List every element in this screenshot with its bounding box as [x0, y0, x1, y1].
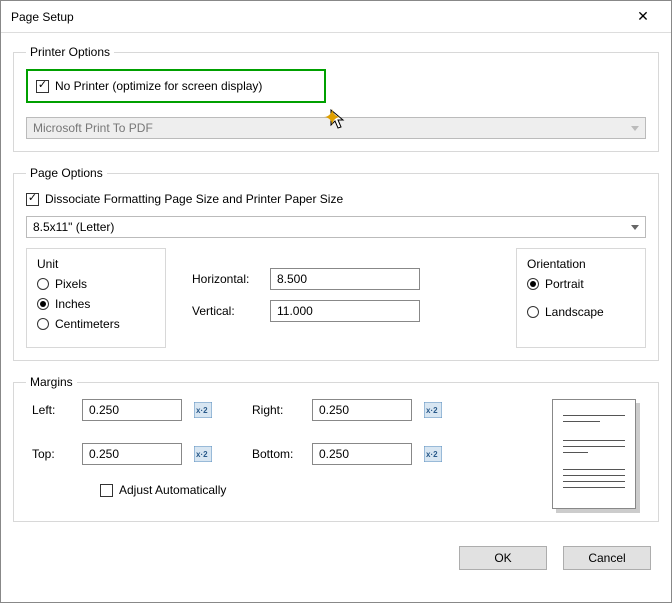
orientation-group: Orientation Portrait Landscape: [516, 248, 646, 348]
page-options-group: Page Options Dissociate Formatting Page …: [13, 166, 659, 361]
close-icon: ✕: [637, 8, 649, 25]
vertical-label: Vertical:: [192, 304, 262, 318]
margin-top-label: Top:: [32, 447, 82, 461]
horizontal-input[interactable]: [270, 268, 420, 290]
printer-options-group: Printer Options No Printer (optimize for…: [13, 45, 659, 152]
margin-right-input[interactable]: [312, 399, 412, 421]
vertical-input[interactable]: [270, 300, 420, 322]
page-size-value: 8.5x11" (Letter): [33, 220, 631, 234]
radio-icon: [527, 278, 539, 290]
unit-pixels-radio[interactable]: Pixels: [37, 277, 155, 291]
margin-right-label: Right:: [252, 403, 312, 417]
radio-icon: [37, 318, 49, 330]
unit-pixels-label: Pixels: [55, 277, 87, 291]
chevron-down-icon: [631, 225, 639, 230]
svg-text:x·2: x·2: [196, 406, 208, 415]
orientation-landscape-label: Landscape: [545, 305, 604, 319]
orientation-title: Orientation: [527, 257, 635, 271]
printer-select-value: Microsoft Print To PDF: [33, 121, 631, 135]
margins-legend: Margins: [26, 375, 77, 389]
margins-group: Margins Left: x·2 Right: x·2: [13, 375, 659, 522]
unit-title: Unit: [37, 257, 155, 271]
spinner-icon: x·2: [194, 402, 212, 418]
no-printer-highlight: No Printer (optimize for screen display): [26, 69, 326, 103]
titlebar: Page Setup ✕: [1, 1, 671, 33]
printer-options-legend: Printer Options: [26, 45, 114, 59]
spinner-icon: x·2: [424, 402, 442, 418]
svg-text:x·2: x·2: [426, 450, 438, 459]
page-setup-dialog: Page Setup ✕ Printer Options No Printer …: [0, 0, 672, 603]
unit-inches-label: Inches: [55, 297, 90, 311]
dialog-buttons: OK Cancel: [13, 536, 659, 570]
radio-icon: [37, 278, 49, 290]
adjust-auto-checkbox[interactable]: Adjust Automatically: [100, 483, 532, 497]
dimensions-group: Horizontal: Vertical:: [180, 248, 502, 348]
radio-icon: [527, 306, 539, 318]
chevron-down-icon: [631, 126, 639, 131]
svg-text:x·2: x·2: [426, 406, 438, 415]
margin-left-input[interactable]: [82, 399, 182, 421]
horizontal-label: Horizontal:: [192, 272, 262, 286]
margin-right-spinner[interactable]: x·2: [422, 400, 444, 420]
margin-bottom-label: Bottom:: [252, 447, 312, 461]
spinner-icon: x·2: [424, 446, 442, 462]
svg-text:x·2: x·2: [196, 450, 208, 459]
checkbox-icon: [36, 80, 49, 93]
orientation-portrait-radio[interactable]: Portrait: [527, 277, 635, 291]
close-button[interactable]: ✕: [623, 2, 663, 32]
unit-centimeters-label: Centimeters: [55, 317, 120, 331]
checkbox-icon: [100, 484, 113, 497]
margin-top-input[interactable]: [82, 443, 182, 465]
unit-centimeters-radio[interactable]: Centimeters: [37, 317, 155, 331]
checkbox-icon: [26, 193, 39, 206]
margin-top-spinner[interactable]: x·2: [192, 444, 214, 464]
margin-bottom-input[interactable]: [312, 443, 412, 465]
page-size-select[interactable]: 8.5x11" (Letter): [26, 216, 646, 238]
orientation-portrait-label: Portrait: [545, 277, 584, 291]
cancel-button[interactable]: Cancel: [563, 546, 651, 570]
unit-inches-radio[interactable]: Inches: [37, 297, 155, 311]
dissociate-checkbox[interactable]: Dissociate Formatting Page Size and Prin…: [26, 192, 646, 206]
orientation-landscape-radio[interactable]: Landscape: [527, 305, 635, 319]
no-printer-label: No Printer (optimize for screen display): [55, 79, 262, 93]
no-printer-checkbox[interactable]: No Printer (optimize for screen display): [36, 79, 316, 93]
spinner-icon: x·2: [194, 446, 212, 462]
margin-bottom-spinner[interactable]: x·2: [422, 444, 444, 464]
printer-select: Microsoft Print To PDF: [26, 117, 646, 139]
ok-button[interactable]: OK: [459, 546, 547, 570]
window-title: Page Setup: [11, 10, 623, 24]
page-preview: [552, 399, 636, 509]
page-options-legend: Page Options: [26, 166, 107, 180]
dissociate-label: Dissociate Formatting Page Size and Prin…: [45, 192, 343, 206]
radio-icon: [37, 298, 49, 310]
adjust-auto-label: Adjust Automatically: [119, 483, 226, 497]
unit-group: Unit Pixels Inches Centimeters: [26, 248, 166, 348]
margin-left-label: Left:: [32, 403, 82, 417]
margin-left-spinner[interactable]: x·2: [192, 400, 214, 420]
